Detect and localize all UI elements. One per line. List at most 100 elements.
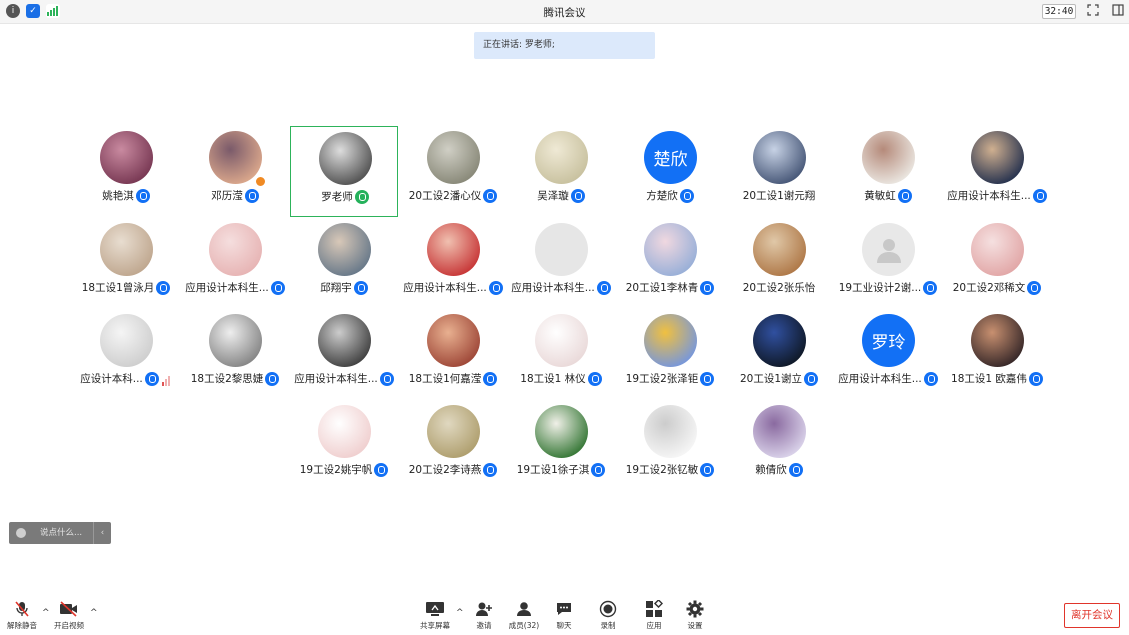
participant-name: 19工业设计2谢...	[838, 282, 922, 294]
speaking-indicator: 正在讲话: 罗老师;	[474, 32, 655, 59]
participant-name-row: 应用设计本科生...	[181, 280, 289, 295]
participant-tile[interactable]: 邓历滢	[181, 126, 289, 217]
participant-tile[interactable]: 19工设1徐子淇	[507, 400, 615, 491]
mic-icon	[804, 371, 819, 386]
participant-name: 赖倩欣	[755, 464, 787, 476]
chat-input-bubble[interactable]: 说点什么... ‹	[9, 522, 111, 544]
chat-button[interactable]: 聊天	[544, 600, 584, 632]
participant-name: 应用设计本科生...	[294, 373, 378, 385]
participant-avatar	[427, 223, 480, 276]
participant-tile[interactable]: 20工设1谢元翔	[725, 126, 833, 217]
participant-name-row: 20工设2张乐怡	[725, 280, 833, 295]
participant-name: 邱翔宇	[320, 282, 352, 294]
apps-button[interactable]: 应用	[634, 600, 674, 632]
participant-name-row: 应用设计本科生...	[943, 188, 1051, 203]
participant-tile[interactable]: 19工业设计2谢...	[834, 218, 942, 309]
participant-name: 20工设2邓稀文	[952, 282, 1026, 294]
participant-tile[interactable]: 应用设计本科生...	[290, 309, 398, 400]
mic-icon	[587, 371, 602, 386]
meeting-timer: 32:40	[1042, 4, 1076, 19]
settings-button[interactable]: 设置	[675, 600, 715, 632]
layout-icon[interactable]	[1111, 4, 1125, 18]
members-label: 成员(32)	[508, 621, 540, 630]
participant-avatar	[862, 223, 915, 276]
emoji-icon[interactable]	[16, 528, 26, 538]
collapse-chevron-icon[interactable]: ‹	[93, 522, 111, 544]
participant-tile[interactable]: 吴泽璇	[507, 126, 615, 217]
settings-label: 设置	[687, 621, 703, 630]
unmute-button[interactable]: 解除静音	[2, 600, 42, 632]
participant-avatar	[427, 405, 480, 458]
invite-button[interactable]: 邀请	[464, 600, 504, 632]
participant-avatar	[971, 314, 1024, 367]
video-options-caret-icon[interactable]: ^	[90, 608, 98, 618]
participant-name-row: 19工设1徐子淇	[507, 462, 615, 477]
participant-tile[interactable]: 罗玲 应用设计本科生...	[834, 309, 942, 400]
participant-name: 20工设2潘心仪	[408, 190, 482, 202]
participant-tile[interactable]: 19工设2姚宇帆	[290, 400, 398, 491]
participant-tile[interactable]: 姚艳淇	[72, 126, 180, 217]
participant-name: 应用设计本科生...	[185, 282, 269, 294]
participant-tile[interactable]: 18工设1曾泳月	[72, 218, 180, 309]
meeting-window: i ✓ 腾讯会议 32:40 正在讲话: 罗老师; 姚艳淇 邓历滢 罗老师 20工设2…	[0, 0, 1129, 635]
mic-speaking-icon	[354, 189, 369, 204]
chat-label: 聊天	[556, 621, 572, 630]
participant-name: 应设计本科...	[80, 373, 143, 385]
participant-tile[interactable]: 18工设2黎思婕	[181, 309, 289, 400]
gear-icon	[685, 600, 705, 618]
participant-tile[interactable]: 黄敏虹	[834, 126, 942, 217]
participant-tile[interactable]: 应用设计本科生...	[943, 126, 1051, 217]
share-options-caret-icon[interactable]: ^	[456, 608, 464, 618]
participant-avatar	[753, 131, 806, 184]
participant-name-row: 20工设2潘心仪	[399, 188, 507, 203]
participant-avatar	[971, 131, 1024, 184]
mic-icon	[156, 280, 171, 295]
participant-tile[interactable]: 罗老师	[290, 126, 398, 217]
participant-tile[interactable]: 20工设2李诗燕	[399, 400, 507, 491]
fullscreen-icon[interactable]	[1086, 4, 1100, 18]
participant-tile[interactable]: 20工设2邓稀文	[943, 218, 1051, 309]
members-button[interactable]: 成员(32)	[504, 600, 544, 632]
participant-tile[interactable]: 18工设1 林仪	[507, 309, 615, 400]
participant-avatar	[318, 223, 371, 276]
mic-icon	[265, 371, 280, 386]
participant-tile[interactable]: 楚欣 方楚欣	[616, 126, 724, 217]
participant-tile[interactable]: 19工设2张钇敏	[616, 400, 724, 491]
participant-tile[interactable]: 应设计本科...	[72, 309, 180, 400]
mic-icon	[135, 188, 150, 203]
participant-tile[interactable]: 邱翔宇	[290, 218, 398, 309]
participant-name: 20工设1李林青	[625, 282, 699, 294]
participant-tile[interactable]: 20工设1谢立	[725, 309, 833, 400]
record-button[interactable]: 录制	[588, 600, 628, 632]
participant-name-row: 19工设2张泽钜	[616, 371, 724, 386]
participant-tile[interactable]: 应用设计本科生...	[399, 218, 507, 309]
participant-name: 罗老师	[321, 191, 353, 203]
participant-tile[interactable]: 19工设2张泽钜	[616, 309, 724, 400]
avatar-initials: 罗玲	[871, 333, 906, 353]
mic-icon	[1028, 371, 1043, 386]
unmute-label: 解除静音	[7, 621, 37, 630]
participant-tile[interactable]: 20工设1李林青	[616, 218, 724, 309]
participant-tile[interactable]: 20工设2潘心仪	[399, 126, 507, 217]
participant-tile[interactable]: 应用设计本科生...	[507, 218, 615, 309]
participant-tile[interactable]: 18工设1何嘉滢	[399, 309, 507, 400]
participant-tile[interactable]: 赖倩欣	[725, 400, 833, 491]
mic-icon	[353, 280, 368, 295]
participant-tile[interactable]: 应用设计本科生...	[181, 218, 289, 309]
start-video-button[interactable]: 开启视频	[49, 600, 89, 632]
participant-name-row: 吴泽璇	[507, 188, 615, 203]
participant-avatar	[319, 132, 372, 185]
participant-avatar	[644, 223, 697, 276]
participant-name-row: 18工设1何嘉滢	[399, 371, 507, 386]
participant-tile[interactable]: 20工设2张乐怡	[725, 218, 833, 309]
participant-name: 18工设2黎思婕	[190, 373, 264, 385]
share-screen-button[interactable]: 共享屏幕	[415, 600, 455, 632]
participant-name: 应用设计本科生...	[511, 282, 595, 294]
mic-icon	[700, 280, 715, 295]
mic-icon	[144, 371, 159, 386]
participant-tile[interactable]: 18工设1 欧嘉伟	[943, 309, 1051, 400]
participant-name-row: 19工设2姚宇帆	[290, 462, 398, 477]
mic-icon	[570, 188, 585, 203]
participant-name: 19工设2姚宇帆	[299, 464, 373, 476]
leave-meeting-button[interactable]: 离开会议	[1064, 603, 1120, 628]
